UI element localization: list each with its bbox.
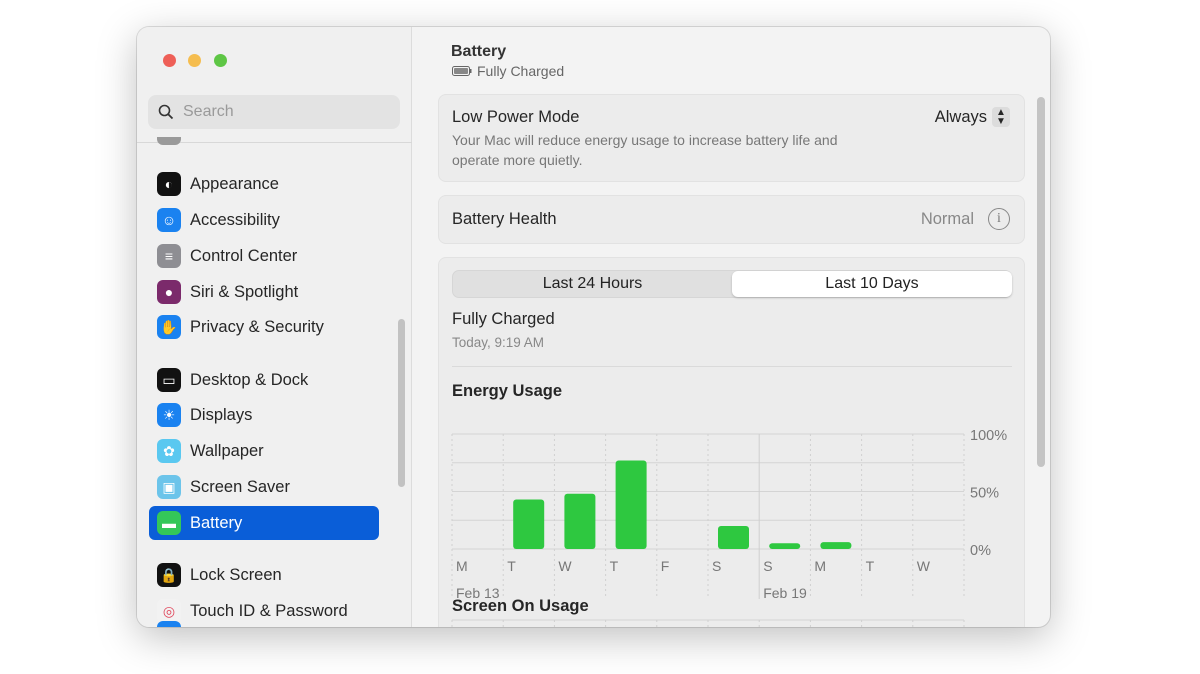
- bar: [820, 542, 852, 549]
- sidebar-item-appearance[interactable]: ◐ Appearance: [149, 167, 379, 201]
- zoom-button[interactable]: [214, 54, 227, 67]
- sidebar-item-label: Wallpaper: [190, 441, 264, 460]
- sidebar-item-label: Screen Saver: [190, 477, 290, 496]
- lock-icon: 🔒: [157, 563, 181, 587]
- x-tick-label: S: [712, 558, 721, 574]
- search-placeholder: Search: [183, 103, 234, 120]
- search-icon: [158, 104, 174, 120]
- sidebar-item-label: Privacy & Security: [190, 317, 324, 336]
- fingerprint-icon: ◎: [157, 599, 181, 623]
- date-label: Feb 13: [456, 585, 500, 601]
- low-power-select[interactable]: Always ▲ ▼: [935, 107, 1010, 127]
- sidebar-item-label: Accessibility: [190, 210, 280, 229]
- x-tick-label: W: [558, 558, 572, 574]
- sidebar-item-label: Battery: [190, 513, 243, 532]
- y-tick-label: 0%: [970, 543, 991, 559]
- battery-health-label: Battery Health: [452, 210, 557, 228]
- flower-icon: ✿: [157, 439, 181, 463]
- sidebar-item-displays[interactable]: ☀ Displays: [149, 398, 379, 432]
- x-tick-label: M: [456, 558, 468, 574]
- battery-charged-icon: [452, 66, 472, 76]
- date-label: Feb 19: [763, 585, 807, 601]
- sidebar-item-label: Appearance: [190, 174, 279, 193]
- bar: [615, 460, 647, 549]
- hand-icon: ✋: [157, 315, 181, 339]
- sidebar-item-privacy-security[interactable]: ✋ Privacy & Security: [149, 310, 379, 344]
- close-button[interactable]: [163, 54, 176, 67]
- low-power-value: Always: [934, 107, 987, 126]
- x-tick-label: S: [763, 558, 772, 574]
- sidebar-scrollbar[interactable]: [398, 319, 405, 487]
- main-panel: Battery Fully Charged Low Power Mode You…: [413, 27, 1050, 627]
- partial-item-icon: [157, 621, 181, 627]
- low-power-description: operate more quietly.: [452, 152, 583, 168]
- bar: [513, 499, 545, 549]
- sidebar-item-label: Control Center: [190, 246, 298, 265]
- sidebar-item-screen-saver[interactable]: ▣ Screen Saver: [149, 470, 379, 504]
- x-tick-label: T: [866, 558, 875, 574]
- battery-status: Fully Charged: [452, 63, 564, 79]
- usage-card: Last 24 Hours Last 10 Days Fully Charged…: [438, 257, 1025, 627]
- x-tick-label: T: [507, 558, 516, 574]
- control-center-icon: ≡: [157, 244, 181, 268]
- sidebar-item-label: Siri & Spotlight: [190, 282, 299, 301]
- sun-icon: ☀: [157, 403, 181, 427]
- sidebar-item-touch-id-password[interactable]: ◎ Touch ID & Password: [149, 594, 379, 627]
- sidebar: Search ◐ Appearance ☺ Accessibility ≡ Control…: [137, 27, 412, 627]
- low-power-card: Low Power Mode Your Mac will reduce ener…: [438, 94, 1025, 182]
- low-power-description: Your Mac will reduce energy usage to inc…: [452, 132, 838, 148]
- screen-saver-icon: ▣: [157, 475, 181, 499]
- sidebar-item-label: Displays: [190, 405, 253, 424]
- energy-usage-chart: MTWTFSSMTWFeb 13Feb 19100%50%0%12h: [451, 428, 1007, 627]
- main-scrollbar[interactable]: [1037, 97, 1045, 467]
- minimize-button[interactable]: [188, 54, 201, 67]
- bar: [769, 543, 801, 549]
- bar: [718, 526, 749, 549]
- partial-item-icon: [157, 137, 181, 145]
- info-icon[interactable]: i: [988, 208, 1010, 230]
- accessibility-icon: ☺: [157, 208, 181, 232]
- sidebar-item-lock-screen[interactable]: 🔒 Lock Screen: [149, 558, 379, 592]
- sidebar-item-battery[interactable]: ▬ Battery: [149, 506, 379, 540]
- page-title: Battery: [451, 43, 507, 60]
- x-tick-label: M: [814, 558, 826, 574]
- stepper-chevrons-icon: ▲ ▼: [992, 107, 1010, 127]
- sidebar-item-control-center[interactable]: ≡ Control Center: [149, 239, 379, 273]
- battery-icon: ▬: [157, 511, 181, 535]
- x-tick-label: T: [610, 558, 619, 574]
- sidebar-item-siri-spotlight[interactable]: ● Siri & Spotlight: [149, 275, 379, 309]
- low-power-label: Low Power Mode: [452, 108, 580, 126]
- battery-status-text: Fully Charged: [477, 63, 565, 79]
- bar: [564, 493, 596, 549]
- sidebar-item-wallpaper[interactable]: ✿ Wallpaper: [149, 434, 379, 468]
- sidebar-item-label: Desktop & Dock: [190, 370, 309, 389]
- search-input[interactable]: Search: [148, 95, 400, 129]
- x-tick-label: W: [917, 558, 931, 574]
- y-tick-label: 50%: [970, 486, 999, 502]
- y-tick-label: 100%: [970, 428, 1007, 444]
- appearance-icon: ◐: [157, 172, 181, 196]
- settings-window: Search ◐ Appearance ☺ Accessibility ≡ Control…: [137, 27, 1050, 627]
- x-tick-label: F: [661, 558, 670, 574]
- battery-health-value: Normal: [920, 210, 974, 228]
- sidebar-item-desktop-dock[interactable]: ▭ Desktop & Dock: [149, 363, 379, 397]
- dock-icon: ▭: [157, 368, 181, 392]
- sidebar-item-label: Touch ID & Password: [190, 601, 348, 620]
- sidebar-item-label: Lock Screen: [190, 565, 282, 584]
- battery-health-card: Battery Health Normal i: [438, 195, 1025, 244]
- sidebar-item-accessibility[interactable]: ☺ Accessibility: [149, 203, 379, 237]
- siri-icon: ●: [157, 280, 181, 304]
